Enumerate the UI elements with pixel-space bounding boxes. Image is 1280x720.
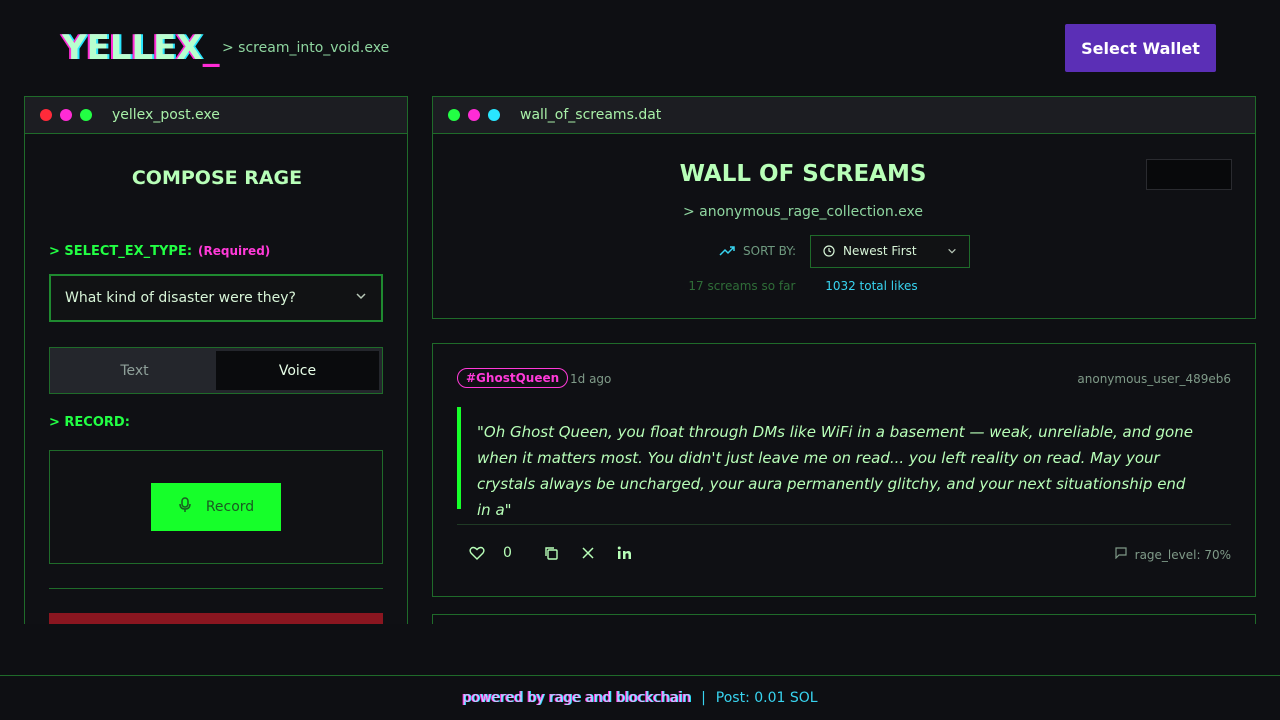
app-tagline: > scream_into_void.exe [222,40,390,56]
record-button-label: Record [205,499,255,515]
footer-separator: | [701,690,706,706]
sort-select[interactable]: Newest First [810,234,971,268]
wall-subheading: > anonymous_rage_collection.exe [682,204,924,220]
like-count: 0 [503,545,512,561]
app-header: YELLEX_ > scream_into_void.exe Select Wa… [0,0,1280,96]
sort-select-value: Newest First [843,244,917,258]
compose-divider [49,588,383,589]
wall-window-title: wall_of_screams.dat [520,107,662,123]
ex-type-select[interactable]: What kind of disaster were they? [49,274,383,322]
mode-text-option[interactable]: Text [53,351,216,390]
mode-voice-option[interactable]: Voice [216,351,379,390]
cyan-dot-icon[interactable] [488,109,500,121]
copy-icon[interactable] [544,545,560,561]
pink-dot-icon[interactable] [468,109,480,121]
empty-box [1146,159,1232,190]
post-text: "Oh Ghost Queen, you float through DMs l… [457,407,1197,519]
select-wallet-button[interactable]: Select Wallet [1065,24,1216,72]
required-label: (Required) [198,244,271,258]
wall-window-titlebar: wall_of_screams.dat [433,97,1255,134]
rage-level: rage_level: 70% [1115,547,1231,562]
record-button[interactable]: Record [151,483,281,531]
comment-icon [1115,547,1127,562]
post-card: #GhostQueen 1d ago anonymous_user_489eb6… [432,343,1256,597]
minimize-dot-icon[interactable] [60,109,72,121]
maximize-dot-icon[interactable] [80,109,92,121]
sort-label: SORT BY: [743,244,797,258]
wall-stats: 17 screams so far 1032 total likes [433,279,1173,293]
post-cost: Post: 0.01 SOL [715,690,818,706]
post-divider [457,524,1231,525]
clock-icon [823,245,835,257]
trending-up-icon [719,242,735,261]
chevron-down-icon [355,290,367,306]
next-post-card [432,614,1256,624]
close-dot-icon[interactable] [40,109,52,121]
compose-window-titlebar: yellex_post.exe [25,97,407,134]
x-share-icon[interactable] [580,545,596,561]
app-logo[interactable]: YELLEX_ [62,28,220,68]
post-actions: 0 [469,545,632,561]
submit-button[interactable] [49,613,383,624]
microphone-icon [178,497,192,517]
mode-toggle: Text Voice [49,347,383,394]
compose-window-title: yellex_post.exe [112,107,220,123]
content-fade [0,624,1280,676]
ex-type-select-value: What kind of disaster were they? [65,290,296,306]
sort-row: SORT BY: Newest First [719,234,971,268]
ex-type-label: > SELECT_EX_TYPE: (Required) [49,244,271,259]
wall-panel: wall_of_screams.dat WALL OF SCREAMS > an… [432,96,1256,319]
wall-heading: WALL OF SCREAMS [679,161,927,187]
compose-heading: COMPOSE RAGE [131,167,303,189]
heart-icon[interactable] [469,545,485,561]
post-user: anonymous_user_489eb6 [1077,372,1231,386]
total-likes: 1032 total likes [825,279,918,293]
powered-by-text: powered by rage and blockchain [462,690,692,706]
app-footer: powered by rage and blockchain | Post: 0… [0,675,1280,720]
record-box: Record [49,450,383,564]
green-dot-icon[interactable] [448,109,460,121]
linkedin-icon[interactable] [616,545,632,561]
compose-panel: yellex_post.exe COMPOSE RAGE > SELECT_EX… [24,96,408,624]
rage-level-text: rage_level: 70% [1134,547,1231,562]
post-time: 1d ago [570,372,612,386]
screams-count: 17 screams so far [688,279,796,293]
chevron-down-icon [947,246,957,256]
record-label: > RECORD: [49,415,130,430]
post-hashtag[interactable]: #GhostQueen [457,368,569,388]
